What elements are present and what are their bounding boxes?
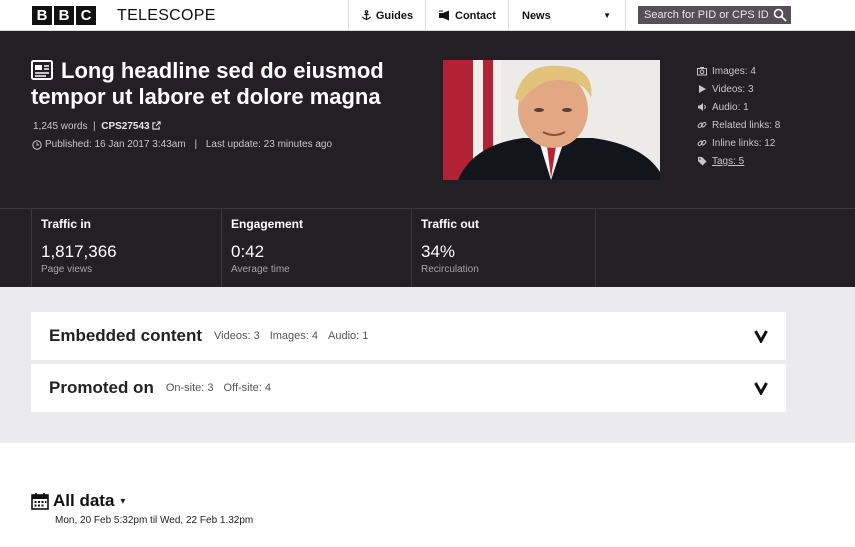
embedded-content-accordion[interactable]: Embedded content Videos: 3 Images: 4 Aud… xyxy=(31,312,786,360)
embedded-audio: Audio: 1 xyxy=(328,330,369,342)
separator: | xyxy=(93,121,96,132)
metric-engagement[interactable]: Engagement 0:42 Average time xyxy=(221,209,411,288)
cps-id-link[interactable]: CPS27543 xyxy=(101,121,149,132)
metric-subtitle: Average time xyxy=(231,264,290,275)
search-box xyxy=(638,6,791,24)
all-data-title: All data xyxy=(53,491,115,510)
embedded-images: Images: 4 xyxy=(269,330,318,342)
inline-links-count: Inline links: 12 xyxy=(697,134,780,152)
stat-label: Inline links: 12 xyxy=(712,137,776,149)
nav-contact[interactable]: Contact xyxy=(425,0,508,31)
word-count: 1,245 words xyxy=(33,121,88,132)
caret-down-icon: ▼ xyxy=(603,11,611,20)
logo-letter: B xyxy=(32,6,52,25)
article-icon xyxy=(31,60,53,80)
app-title[interactable]: TELESCOPE xyxy=(117,7,216,25)
nav-guides[interactable]: Guides xyxy=(348,0,425,31)
anchor-icon xyxy=(361,10,371,21)
publish-info: Published: 16 Jan 2017 3:43am | Last upd… xyxy=(32,139,332,150)
chevron-down-icon[interactable] xyxy=(754,329,768,343)
asset-stats: Images: 4 Videos: 3 Audio: 1 Related lin… xyxy=(697,62,780,170)
nav-guides-label: Guides xyxy=(375,9,414,22)
speaker-icon xyxy=(698,103,706,111)
related-links-count: Related links: 8 xyxy=(697,116,780,134)
metric-title: Traffic in xyxy=(41,217,92,231)
date-range: Mon, 20 Feb 5:32pm til Wed, 22 Feb 1.32p… xyxy=(55,515,254,526)
chevron-down-icon[interactable] xyxy=(754,381,768,395)
videos-count: Videos: 3 xyxy=(697,80,780,98)
play-icon xyxy=(699,85,706,93)
stat-label: Audio: 1 xyxy=(712,101,749,113)
article-image xyxy=(443,60,660,180)
article-header: Long headline sed do eiusmod tempor ut l… xyxy=(0,31,855,208)
metric-title: Traffic out xyxy=(421,217,480,231)
embedded-videos: Videos: 3 xyxy=(214,330,260,342)
nav-contact-label: Contact xyxy=(455,9,496,22)
link-icon xyxy=(697,121,707,129)
nav-news-dropdown[interactable]: News ▼ xyxy=(508,0,626,31)
published-date: Published: 16 Jan 2017 3:43am xyxy=(45,139,186,150)
tags-link[interactable]: Tags: 5 xyxy=(697,152,780,170)
link-icon xyxy=(697,139,707,147)
accordion-title: Embedded content xyxy=(49,326,203,345)
bbc-logo[interactable]: B B C xyxy=(32,6,96,25)
stat-label: Related links: 8 xyxy=(712,119,781,131)
search-icon[interactable] xyxy=(773,8,787,22)
promoted-onsite: On-site: 3 xyxy=(165,382,214,394)
tag-icon xyxy=(698,157,707,166)
metric-value: 0:42 xyxy=(231,242,265,261)
metric-traffic-in[interactable]: Traffic in 1,817,366 Page views xyxy=(31,209,221,288)
logo-letter: B xyxy=(54,6,74,25)
all-data-dropdown[interactable]: All data ▾ xyxy=(31,491,125,511)
headline-text: Long headline sed do eiusmod tempor ut l… xyxy=(31,58,384,109)
camera-icon xyxy=(697,67,707,76)
chevron-down-icon: ▾ xyxy=(120,495,126,507)
megaphone-icon xyxy=(439,10,450,21)
clock-icon xyxy=(32,139,42,150)
promoted-offsite: Off-site: 4 xyxy=(223,382,272,394)
last-update: Last update: 23 minutes ago xyxy=(205,139,333,150)
logo-letter: C xyxy=(76,6,96,25)
article-meta: 1,245 words | CPS27543 xyxy=(33,121,162,132)
promoted-on-accordion[interactable]: Promoted on On-site: 3 Off-site: 4 xyxy=(31,364,786,412)
accordion-title: Promoted on xyxy=(49,378,154,397)
search-input[interactable] xyxy=(644,9,769,21)
metric-title: Engagement xyxy=(231,217,304,231)
tags-label[interactable]: Tags: 5 xyxy=(712,156,744,167)
nav-news-label: News xyxy=(522,9,551,22)
stat-label: Videos: 3 xyxy=(712,83,754,95)
metric-subtitle: Page views xyxy=(41,264,93,275)
metric-subtitle: Recirculation xyxy=(421,264,479,275)
metric-value: 34% xyxy=(421,242,456,261)
metrics-bar: Traffic in 1,817,366 Page views Engageme… xyxy=(0,208,855,288)
calendar-icon xyxy=(31,493,49,510)
separator: | xyxy=(194,139,198,150)
metric-traffic-out[interactable]: Traffic out 34% Recirculation xyxy=(411,209,596,288)
external-link-icon[interactable] xyxy=(152,121,162,130)
article-headline[interactable]: Long headline sed do eiusmod tempor ut l… xyxy=(31,58,431,110)
audio-count: Audio: 1 xyxy=(697,98,780,116)
metric-value: 1,817,366 xyxy=(41,242,117,261)
images-count: Images: 4 xyxy=(697,62,780,80)
top-navigation: B B C TELESCOPE Guides Contact News ▼ xyxy=(0,0,855,31)
stat-label: Images: 4 xyxy=(712,65,756,77)
